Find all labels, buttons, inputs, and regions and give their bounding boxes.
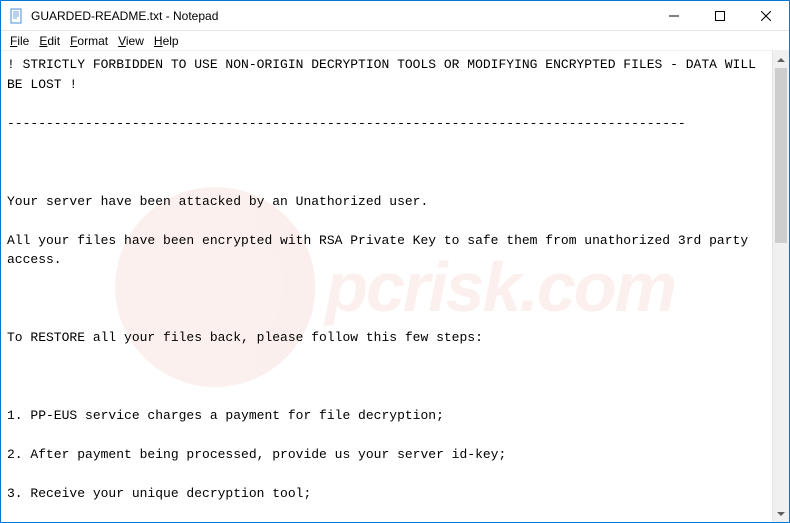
text-line (7, 465, 766, 485)
scroll-track[interactable] (773, 68, 789, 505)
text-line (7, 309, 766, 329)
text-line (7, 504, 766, 523)
text-line (7, 211, 766, 231)
text-line: ! STRICTLY FORBIDDEN TO USE NON-ORIGIN D… (7, 55, 766, 94)
text-line (7, 153, 766, 173)
text-line: Your server have been attacked by an Una… (7, 192, 766, 212)
menu-format[interactable]: Format (65, 33, 113, 49)
notepad-window: GUARDED-README.txt - Notepad File Edit F… (0, 0, 790, 523)
titlebar: GUARDED-README.txt - Notepad (1, 1, 789, 31)
text-line (7, 289, 766, 309)
menu-edit[interactable]: Edit (34, 33, 65, 49)
window-controls (651, 1, 789, 30)
text-line (7, 367, 766, 387)
text-line (7, 387, 766, 407)
text-editor[interactable]: ! STRICTLY FORBIDDEN TO USE NON-ORIGIN D… (1, 51, 772, 522)
window-title: GUARDED-README.txt - Notepad (31, 9, 218, 23)
text-line: To RESTORE all your files back, please f… (7, 328, 766, 348)
text-line: 2. After payment being processed, provid… (7, 445, 766, 465)
menu-file[interactable]: File (5, 33, 34, 49)
text-line: ----------------------------------------… (7, 114, 766, 134)
notepad-icon (9, 8, 25, 24)
close-button[interactable] (743, 1, 789, 30)
text-line (7, 133, 766, 153)
text-line (7, 172, 766, 192)
content-area: pcrisk.com ! STRICTLY FORBIDDEN TO USE N… (1, 51, 789, 522)
menu-view[interactable]: View (113, 33, 149, 49)
scroll-thumb[interactable] (775, 68, 787, 243)
text-line (7, 426, 766, 446)
text-line: 1. PP-EUS service charges a payment for … (7, 406, 766, 426)
scroll-up-button[interactable] (773, 51, 789, 68)
titlebar-left: GUARDED-README.txt - Notepad (1, 8, 218, 24)
text-line (7, 94, 766, 114)
text-line: 3. Receive your unique decryption tool; (7, 484, 766, 504)
text-line (7, 270, 766, 290)
vertical-scrollbar[interactable] (772, 51, 789, 522)
minimize-button[interactable] (651, 1, 697, 30)
text-line: All your files have been encrypted with … (7, 231, 766, 270)
scroll-down-button[interactable] (773, 505, 789, 522)
menubar: File Edit Format View Help (1, 31, 789, 51)
maximize-button[interactable] (697, 1, 743, 30)
menu-help[interactable]: Help (149, 33, 184, 49)
text-line (7, 348, 766, 368)
